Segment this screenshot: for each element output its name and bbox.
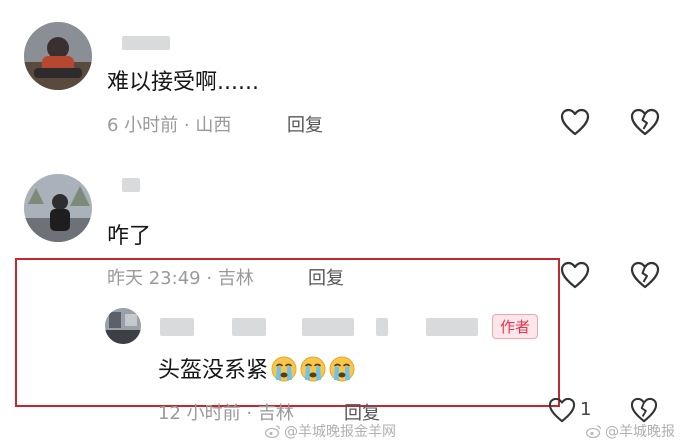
comment-time: 6 小时前 (107, 115, 179, 136)
dislike-broken-heart-icon[interactable] (630, 108, 660, 136)
username-blurred (122, 36, 170, 50)
comment-meta: 6 小时前 · 山西 (107, 111, 231, 137)
reply-button[interactable]: 回复 (308, 264, 344, 290)
meta-separator: · (246, 403, 253, 424)
avatar[interactable] (105, 308, 141, 344)
avatar-image (24, 174, 92, 242)
reply-text: 头盔没系紧 (158, 352, 355, 384)
author-badge: 作者 (492, 314, 539, 339)
username-blurred (232, 318, 266, 336)
username-blurred (376, 318, 388, 336)
comment-location: 吉林 (217, 268, 254, 289)
reply-button[interactable]: 回复 (287, 111, 323, 137)
comment-meta: 昨天 23:49 · 吉林 (107, 264, 254, 290)
avatar-image (24, 22, 92, 90)
comment-time: 昨天 23:49 (107, 268, 201, 289)
username-blurred (160, 318, 194, 336)
meta-separator: · (183, 115, 190, 136)
crying-face-icon (300, 356, 326, 382)
watermark-right-text: @羊城晚报 (605, 424, 675, 440)
comment-text: 咋了 (107, 224, 152, 249)
meta-separator: · (206, 268, 213, 289)
username-blurred (426, 318, 478, 336)
reply-text-content: 头盔没系紧 (158, 358, 269, 383)
comment-text: 难以接受啊...... (107, 70, 259, 95)
like-count: 1 (580, 399, 592, 420)
like-heart-icon[interactable] (560, 108, 590, 136)
watermark-right: @羊城晚报 (585, 421, 675, 441)
avatar[interactable] (24, 22, 92, 90)
username-blurred (302, 318, 354, 336)
dislike-broken-heart-icon[interactable] (630, 397, 658, 423)
like-heart-icon[interactable] (548, 397, 576, 423)
avatar[interactable] (24, 174, 92, 242)
highlight-box (15, 258, 560, 407)
dislike-broken-heart-icon[interactable] (630, 261, 660, 289)
like-heart-icon[interactable] (560, 261, 590, 289)
reply-time: 12 小时前 (158, 403, 241, 424)
weibo-icon (264, 424, 281, 439)
crying-face-icon (329, 356, 355, 382)
comment-location: 山西 (195, 115, 232, 136)
crying-face-icon (271, 356, 297, 382)
avatar-image (105, 308, 141, 344)
username-blurred (122, 178, 140, 192)
watermark-left-text: @羊城晚报金羊网 (284, 424, 396, 440)
watermark-left: @羊城晚报金羊网 (264, 421, 396, 441)
weibo-icon (585, 424, 602, 439)
